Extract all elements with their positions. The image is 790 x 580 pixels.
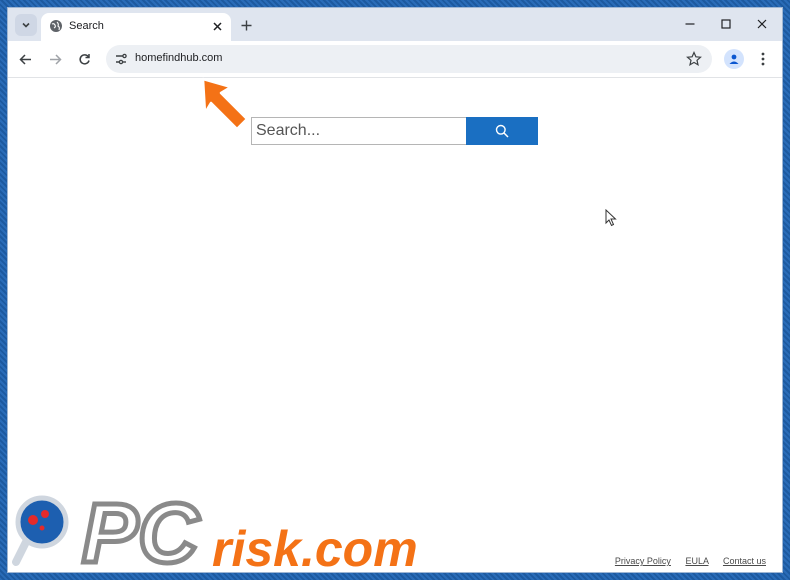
title-bar: Search (8, 8, 782, 41)
search-button[interactable] (466, 117, 538, 145)
tab-title: Search (69, 20, 104, 32)
pcrisk-watermark: PC risk.com (12, 492, 418, 572)
footer-links: Privacy Policy EULA Contact us (603, 556, 766, 566)
maximize-icon (721, 19, 731, 29)
plus-icon (241, 20, 251, 30)
forward-button[interactable] (45, 49, 65, 69)
contact-us-link[interactable]: Contact us (723, 556, 766, 566)
browser-window: Search homefindhub.com Search... Privacy… (8, 8, 782, 572)
magnifier-logo-icon (12, 495, 69, 566)
person-icon (729, 54, 739, 64)
magnifier-icon (495, 124, 509, 138)
tab-close-button[interactable] (209, 18, 225, 34)
reload-icon (78, 53, 90, 65)
minimize-button[interactable] (682, 16, 698, 32)
new-tab-button[interactable] (236, 15, 256, 35)
globe-icon (50, 20, 62, 32)
watermark-text-risk: risk.com (212, 521, 418, 572)
annotation-arrow-icon (201, 77, 249, 131)
search-form (251, 117, 538, 145)
star-icon[interactable] (686, 51, 702, 67)
more-vert-icon (761, 52, 765, 66)
address-bar[interactable]: homefindhub.com (106, 45, 712, 73)
arrow-right-icon (49, 53, 62, 65)
url-text: homefindhub.com (135, 52, 223, 64)
close-icon (212, 21, 222, 31)
reload-button[interactable] (74, 49, 94, 69)
watermark-text-pc: PC (82, 492, 200, 572)
close-window-button[interactable] (754, 16, 770, 32)
search-input[interactable] (251, 117, 468, 145)
browser-menu-button[interactable] (756, 49, 770, 69)
chevron-down-icon (22, 22, 30, 28)
maximize-button[interactable] (718, 16, 734, 32)
mouse-cursor-icon (605, 209, 617, 227)
close-icon (757, 19, 767, 29)
browser-toolbar: homefindhub.com (8, 41, 782, 78)
profile-button[interactable] (724, 49, 744, 69)
tune-icon (116, 53, 127, 65)
tab-search-button[interactable] (15, 14, 37, 36)
arrow-left-icon (18, 53, 31, 65)
tab-search[interactable]: Search (41, 13, 231, 41)
eula-link[interactable]: EULA (685, 556, 708, 566)
minimize-icon (685, 23, 695, 25)
back-button[interactable] (15, 49, 35, 69)
privacy-policy-link[interactable]: Privacy Policy (615, 556, 671, 566)
